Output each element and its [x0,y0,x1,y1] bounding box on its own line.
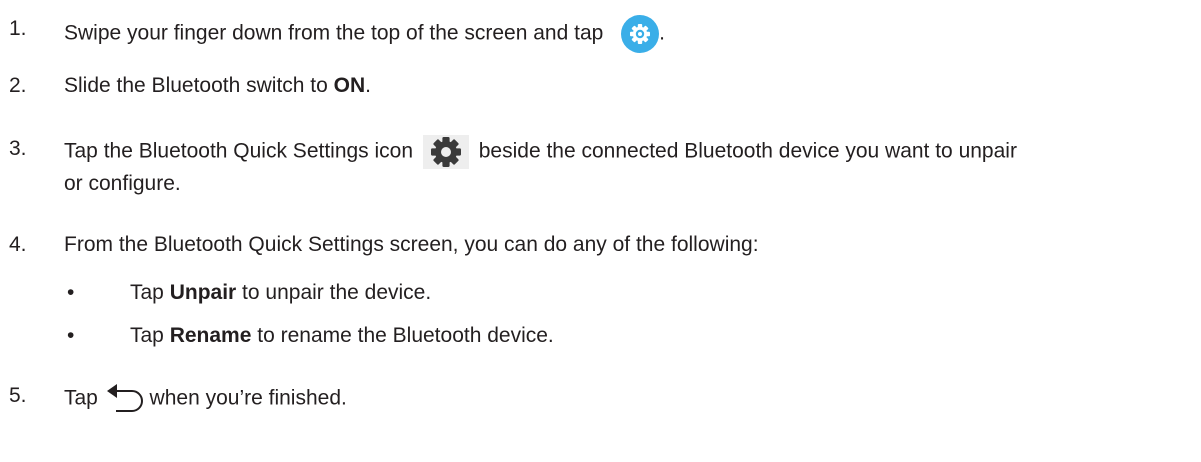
bullet-marker: • [67,281,75,304]
step-text-line2: or configure. [64,172,181,195]
bullet-text: Tap Rename to rename the Bluetooth devic… [130,322,554,350]
step-text: Tap when you’re finished. [64,382,1195,416]
step-number: 4. [9,233,27,256]
step-number: 2. [9,74,27,97]
step-text: From the Bluetooth Quick Settings screen… [64,233,759,256]
bullet-text: Tap Unpair to unpair the device. [130,279,431,307]
step-text-before: Tap the Bluetooth Quick Settings icon [64,139,414,163]
step-text-after: . [659,21,666,45]
bullet-prefix: Tap [130,324,170,347]
gear-icon [422,135,469,169]
step-number: 3. [9,137,27,160]
step-text-before: Swipe your finger down from the top of t… [64,21,604,45]
bullet-prefix: Tap [130,281,170,304]
bullet-bold: Unpair [169,281,237,304]
step-text-after: when you’re finished. [149,386,347,410]
settings-gear-circle-icon [621,15,660,53]
step-text-before: Slide the Bluetooth switch to [64,74,334,97]
bullet-marker: • [67,324,75,347]
step-text: Tap the Bluetooth Quick Settings icon be… [64,135,1195,169]
step-text: Swipe your finger down from the top of t… [64,15,1195,53]
step-text-after: . [365,74,372,97]
step-number: 1. [9,17,27,40]
step-text-bold: ON [333,74,366,97]
instruction-page: { "steps": [ { "number": "1.", "text_bef… [0,0,1201,462]
step-text-before: Tap [64,386,98,410]
back-arrow-icon [104,382,144,416]
bullet-bold: Rename [169,324,252,347]
bullet-suffix: to rename the Bluetooth device. [251,324,554,347]
bullet-suffix: to unpair the device. [236,281,432,304]
step-number: 5. [9,384,27,407]
step-text-after: beside the connected Bluetooth device yo… [478,139,1017,163]
step-text: Slide the Bluetooth switch to ON. [64,72,1195,100]
